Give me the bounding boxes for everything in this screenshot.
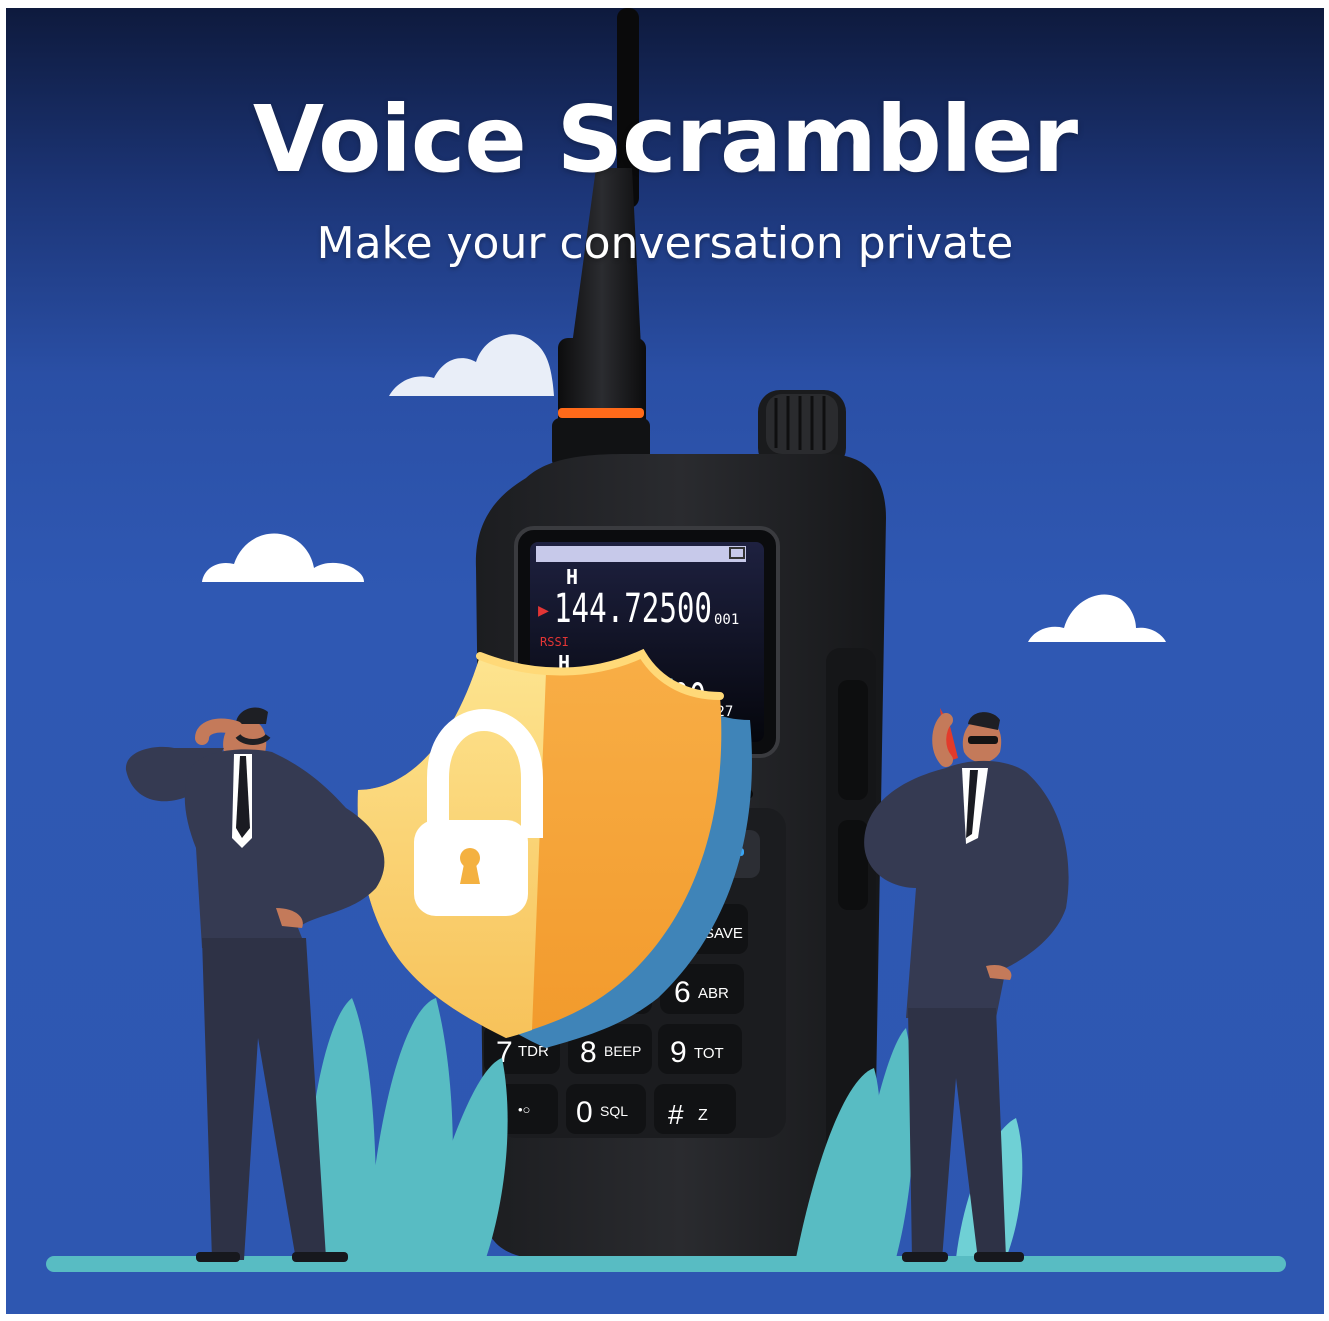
key-label: ABR [698,985,729,1002]
illustration-scene: H ▶ 144.72500 001 RSSI H 135.72500 127 N… [46,8,1286,1272]
rssi-label: RSSI [540,635,569,649]
key-digit: 8 [580,1036,597,1069]
cloud-icon [202,533,364,582]
key-label: SQL [600,1103,628,1119]
key-label: BEEP [604,1043,641,1059]
key-digit: 6 [674,976,691,1009]
subheadline: Make your conversation private [316,218,1014,269]
headline: Voice Scrambler [252,86,1078,193]
band-a-frequency: 144.72500 [554,586,712,632]
key-label: •○ [518,1102,530,1117]
cloud-icon [389,334,554,396]
cloud-icon [1028,594,1166,642]
key-label: Z [698,1107,708,1124]
key-digit: 9 [670,1036,687,1069]
key-digit: # [668,1099,684,1130]
band-a-channel: 001 [714,612,739,628]
key-digit: 0 [576,1096,593,1129]
promo-banner: H ▶ 144.72500 001 RSSI H 135.72500 127 N… [6,8,1324,1314]
key-label: TOT [694,1045,724,1062]
svg-text:▶: ▶ [538,600,549,621]
